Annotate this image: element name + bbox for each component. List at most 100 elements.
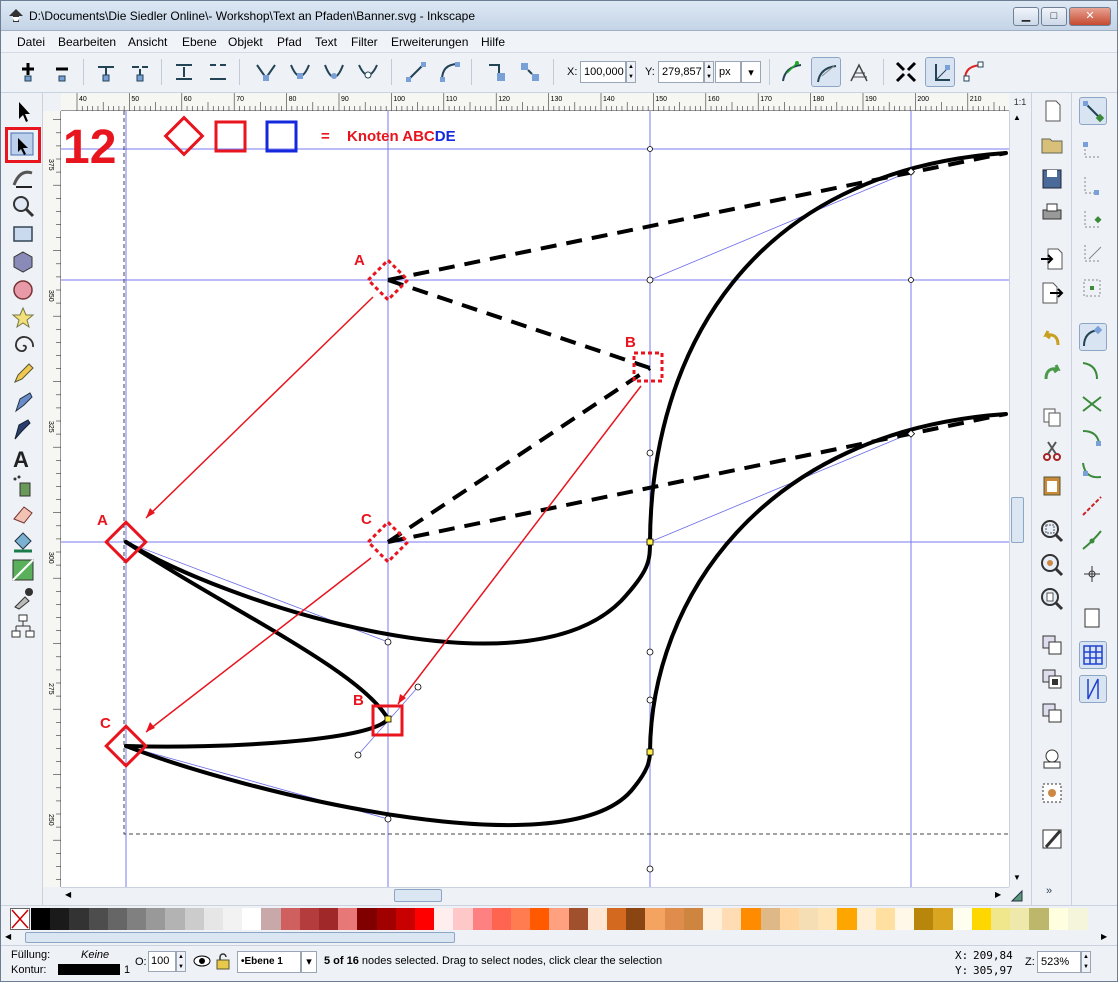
color-swatch[interactable] — [664, 908, 685, 930]
color-swatch[interactable] — [722, 908, 743, 930]
color-swatch[interactable] — [472, 908, 493, 930]
snap-paths-button[interactable] — [1079, 357, 1107, 385]
transform-handles-button[interactable] — [891, 57, 921, 87]
snap-nodes-button[interactable] — [1079, 323, 1107, 351]
zoom-1-1-icon[interactable]: 1:1 — [1009, 93, 1031, 111]
maximize-button[interactable]: □ — [1041, 7, 1067, 26]
palette-scroll-right[interactable]: ▶ — [1101, 932, 1107, 941]
menu-ansicht[interactable]: Ansicht — [128, 35, 167, 49]
fill-stroke-button[interactable] — [1038, 825, 1066, 853]
join-nodes-button[interactable] — [91, 57, 121, 87]
zoom-spin-button[interactable]: ▲ ▼ — [1081, 951, 1091, 973]
menu-hilfe[interactable]: Hilfe — [481, 35, 505, 49]
dropper-tool[interactable] — [10, 585, 36, 611]
node-cusp-button[interactable] — [251, 57, 281, 87]
cut-button[interactable] — [1038, 437, 1066, 465]
y-coordinate-input[interactable]: 279,857 — [658, 61, 704, 83]
color-swatch[interactable] — [818, 908, 839, 930]
snap-bbox-center-button[interactable] — [1079, 275, 1107, 303]
snap-line-midpoints-button[interactable] — [1079, 493, 1107, 521]
color-swatch[interactable] — [127, 908, 147, 930]
pen-tool[interactable] — [10, 389, 36, 415]
node-auto-smooth-button[interactable] — [353, 57, 383, 87]
color-swatch[interactable] — [223, 908, 243, 930]
snap-page-border-button[interactable] — [1079, 605, 1107, 633]
path-effect-button[interactable] — [845, 57, 875, 87]
zoom-selection-button[interactable] — [1038, 517, 1066, 545]
color-swatch[interactable] — [280, 908, 301, 930]
close-button[interactable]: ✕ — [1069, 7, 1111, 26]
insert-node-button[interactable] — [13, 57, 43, 87]
undo-button[interactable] — [1038, 325, 1066, 353]
color-swatch[interactable] — [760, 908, 781, 930]
object-to-path-button[interactable] — [481, 57, 511, 87]
vertical-ruler[interactable]: 375 350 325 300 275 250 — [43, 111, 61, 887]
x-spin-button[interactable]: ▲ ▼ — [626, 61, 636, 83]
scroll-right-arrow[interactable]: ▶ — [995, 890, 1001, 899]
color-swatch[interactable] — [165, 908, 186, 930]
segment-line-button[interactable] — [401, 57, 431, 87]
color-swatch[interactable] — [319, 908, 339, 930]
menu-ebene[interactable]: Ebene — [182, 35, 217, 49]
fill-value[interactable]: Keine — [81, 949, 109, 961]
color-swatch[interactable] — [511, 908, 531, 930]
color-swatch[interactable] — [50, 908, 71, 930]
color-swatch[interactable] — [184, 908, 205, 930]
stroke-width-value[interactable]: 1 — [124, 964, 130, 976]
ellipse-tool[interactable] — [10, 277, 36, 303]
scroll-up-arrow[interactable]: ▲ — [1013, 113, 1021, 122]
color-swatch[interactable] — [856, 908, 877, 930]
menu-erweiterungen[interactable]: Erweiterungen — [391, 35, 468, 49]
color-swatch[interactable] — [146, 908, 167, 930]
snap-rotation-center-button[interactable] — [1079, 561, 1107, 589]
color-swatch[interactable] — [530, 908, 551, 930]
node-smooth-button[interactable] — [285, 57, 315, 87]
show-outline-button[interactable] — [811, 57, 841, 87]
save-button[interactable] — [1038, 165, 1066, 193]
color-swatch[interactable] — [914, 908, 935, 930]
snap-guides-button[interactable] — [1079, 675, 1107, 703]
y-spin-button[interactable]: ▲ ▼ — [704, 61, 714, 83]
snap-grid-button[interactable] — [1079, 641, 1107, 669]
color-swatch[interactable] — [779, 908, 800, 930]
palette-scroll-thumb[interactable] — [25, 932, 455, 943]
snap-bbox-corner-button[interactable] — [1079, 207, 1107, 235]
snap-toggle-button[interactable] — [1079, 97, 1107, 125]
layer-select[interactable]: •Ebene 1 — [237, 951, 301, 973]
calligraphy-tool[interactable] — [10, 417, 36, 443]
stroke-color-indicator[interactable] — [58, 964, 120, 975]
horizontal-scrollbar[interactable]: ◀ ▶ — [61, 887, 1009, 903]
open-button[interactable] — [1038, 131, 1066, 159]
menu-bearbeiten[interactable]: Bearbeiten — [58, 35, 116, 49]
snap-bbox-button[interactable] — [1079, 137, 1107, 165]
snap-cusp-nodes-button[interactable] — [1079, 425, 1107, 453]
color-swatch[interactable] — [357, 908, 378, 930]
color-swatch[interactable] — [703, 908, 723, 930]
menu-filter[interactable]: Filter — [351, 35, 378, 49]
color-swatch[interactable] — [683, 908, 704, 930]
duplicate-button[interactable] — [1038, 631, 1066, 659]
color-swatch[interactable] — [895, 908, 915, 930]
rectangle-tool[interactable] — [10, 221, 36, 247]
copy-button[interactable] — [1038, 403, 1066, 431]
bucket-tool[interactable] — [10, 529, 36, 555]
opacity-input[interactable]: 100 — [148, 951, 176, 972]
zoom-page-button[interactable] — [1038, 585, 1066, 613]
color-swatch[interactable] — [645, 908, 666, 930]
color-swatch[interactable] — [952, 908, 973, 930]
redo-button[interactable] — [1038, 359, 1066, 387]
break-path-button[interactable] — [125, 57, 155, 87]
menu-text[interactable]: Text — [315, 35, 337, 49]
color-swatch[interactable] — [568, 908, 589, 930]
menu-datei[interactable]: Datei — [17, 35, 45, 49]
color-swatch[interactable] — [933, 908, 954, 930]
color-swatch[interactable] — [1048, 908, 1069, 930]
print-button[interactable] — [1038, 199, 1066, 227]
snap-bbox-midpoint-button[interactable] — [1079, 241, 1107, 269]
color-swatch[interactable] — [107, 908, 128, 930]
show-handles-button[interactable] — [777, 57, 807, 87]
unit-select[interactable]: px — [715, 61, 741, 83]
color-swatch[interactable] — [31, 908, 51, 930]
show-mask-button[interactable] — [959, 57, 989, 87]
color-swatch[interactable] — [1010, 908, 1031, 930]
